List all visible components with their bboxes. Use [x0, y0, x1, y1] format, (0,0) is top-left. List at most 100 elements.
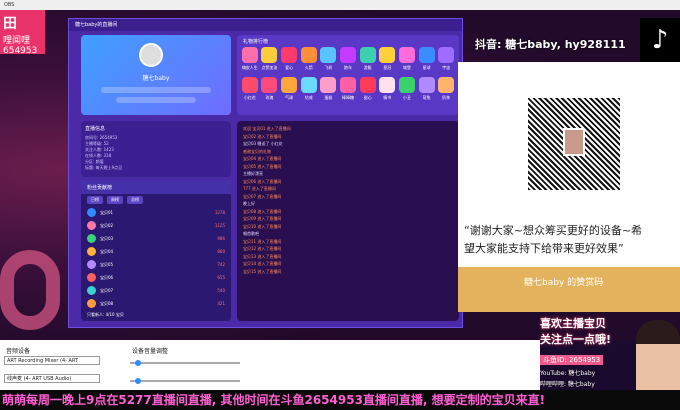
gift-item[interactable]: 星球	[418, 47, 436, 71]
chat-message: 宝贝05 进入了直播间	[243, 163, 282, 169]
gift-item[interactable]: 玫瑰	[261, 77, 279, 101]
mic-device-select[interactable]: 线声麦 (4- ART USB Audio)	[4, 374, 100, 383]
gift-label: 甜心	[363, 95, 372, 100]
gift-item[interactable]: 小红花	[241, 77, 259, 101]
volume-slider-knob[interactable]	[135, 378, 142, 384]
gift-item[interactable]: 跑车	[339, 47, 357, 71]
fans-tab[interactable]: 总榜	[127, 196, 143, 204]
volume-slider-knob[interactable]	[135, 360, 142, 366]
audio-settings-strip: 音频设备 ART Recording Mixer (4- ART 线声麦 (4-…	[0, 340, 540, 390]
chat-message: 感谢宝贝的礼物	[243, 148, 271, 154]
gift-item[interactable]: 火箭	[300, 47, 318, 71]
window-title: OBS	[4, 2, 15, 8]
info-panel-title: 直播信息	[85, 126, 106, 132]
audio-device-select[interactable]: ART Recording Mixer (4- ART	[4, 356, 100, 365]
gift-item[interactable]: 棒棒糖	[339, 77, 357, 101]
fan-name: 宝贝02	[100, 222, 114, 228]
fan-row[interactable]: 宝贝02 1125	[81, 219, 231, 232]
gift-item[interactable]: 飞机	[320, 47, 338, 71]
fan-name: 宝贝07	[100, 287, 114, 293]
gift-label: 宇宙	[442, 65, 451, 70]
gift-item[interactable]: 钻戒	[300, 77, 318, 101]
fan-name: 宝贝08	[100, 300, 114, 306]
chat-message: 欢迎 宝贝01 进入了直播间	[243, 126, 291, 131]
fan-row[interactable]: 宝贝07 540	[81, 284, 231, 297]
fan-row[interactable]: 宝贝04 860	[81, 245, 231, 258]
fan-avatar	[87, 221, 96, 230]
chat-message: 宝贝08 进入了直播间	[243, 208, 282, 214]
gift-icon	[398, 47, 415, 63]
gift-item[interactable]: 宇宙	[437, 47, 455, 71]
gift-item[interactable]: 嗨皮人生	[241, 47, 259, 71]
gift-item[interactable]: 气球	[280, 77, 298, 101]
promo-title: 喜欢主播宝贝	[540, 317, 606, 330]
gift-label: 钻戒	[304, 95, 313, 100]
live-assistant-window[interactable]: 糖七baby的直播间 糖七baby 礼物排行榜 嗨皮人生 点赞加油 爱心 火箭 飞机 跑车…	[68, 18, 463, 328]
fan-row[interactable]: 宝贝06 655	[81, 271, 231, 284]
gift-label: 小丑	[402, 95, 411, 100]
fan-name: 宝贝06	[100, 274, 114, 280]
fan-avatar	[87, 247, 96, 256]
gift-label: 嗨皮人生	[241, 65, 258, 70]
gift-icon	[300, 47, 317, 63]
logo-text: 哩闻哩	[3, 36, 31, 46]
fan-score: 986	[217, 236, 225, 241]
gift-label: 棒棒糖	[341, 95, 354, 100]
profile-detail-bar	[116, 97, 196, 103]
gift-item[interactable]: 点赞加油	[261, 47, 279, 71]
fans-tab[interactable]: 周榜	[107, 196, 123, 204]
profile-name: 糖七baby	[142, 75, 170, 82]
fan-score: 421	[217, 301, 225, 306]
gift-item[interactable]: 皇冠	[378, 47, 396, 71]
gift-label: 小红花	[243, 95, 256, 100]
gift-icon	[339, 77, 356, 93]
chat-message: 宝贝15 进入了直播间	[243, 268, 282, 274]
info-rows: 房间号: 2654953 主播等级: 52 关注人数: 1423 在线人数: 318 分…	[85, 135, 227, 171]
fans-list: 宝贝01 1278 宝贝02 1125 宝贝03 986 宝贝04 860 宝贝05 742 宝贝0…	[81, 206, 231, 310]
chat-message: 宝贝13 进入了直播间	[243, 253, 282, 259]
gift-item[interactable]: 爱心	[280, 47, 298, 71]
gift-item[interactable]: 萌兔	[418, 77, 436, 101]
fan-row[interactable]: 宝贝08 421	[81, 297, 231, 310]
profile-detail-bar	[101, 87, 211, 93]
device-volume-slider[interactable]	[130, 360, 240, 366]
gift-icon	[281, 47, 298, 63]
fan-row[interactable]: 宝贝01 1278	[81, 206, 231, 219]
fan-row[interactable]: 宝贝03 986	[81, 232, 231, 245]
fans-tab[interactable]: 日榜	[87, 196, 103, 204]
fan-score: 742	[217, 262, 225, 267]
gift-item[interactable]: 游艇	[359, 47, 377, 71]
qr-code	[528, 98, 620, 190]
scrolling-ticker: 萌萌每周一晚上9点在5277直播间直播, 其他时间在斗鱼2654953直播间直播…	[0, 390, 680, 410]
gift-item[interactable]: 城堡	[398, 47, 416, 71]
gift-icon	[281, 77, 298, 93]
gift-item[interactable]: 小丑	[398, 77, 416, 101]
gift-label: 萌兔	[422, 95, 431, 100]
streamer-photo	[636, 320, 680, 400]
gift-grid: 嗨皮人生 点赞加油 爱心 火箭 飞机 跑车 游艇 皇冠 城堡 星球 宇宙小红花 玫瑰 气球 钻戒 蛋糕 棒棒糖…	[241, 47, 455, 101]
gift-label: 情书	[383, 95, 392, 100]
fan-avatar	[87, 299, 96, 308]
fan-name: 宝贝01	[100, 209, 114, 215]
gift-label: 玫瑰	[265, 95, 274, 100]
chat-log[interactable]: 欢迎 宝贝01 进入了直播间 宝贝02 进入了直播间 宝贝03 赠送了 小红花 感谢宝…	[237, 121, 459, 321]
gift-icon	[261, 77, 278, 93]
chat-message: 唱首歌吧	[243, 231, 259, 236]
volume-label: 设备音量调整	[132, 348, 169, 355]
gift-item[interactable]: 蛋糕	[320, 77, 338, 101]
chat-message: 777 进入了直播间	[243, 186, 276, 191]
gift-item[interactable]: 情书	[378, 77, 396, 101]
douyin-handle: 抖音: 糖七baby, hy928111	[475, 38, 626, 51]
gift-item[interactable]: 奶茶	[437, 77, 455, 101]
fan-row[interactable]: 宝贝05 742	[81, 258, 231, 271]
chat-message: 宝贝11 进入了直播间	[243, 238, 282, 244]
gift-icon	[359, 47, 376, 63]
fans-footer[interactable]: 只看新人: 4/10 宝贝	[87, 312, 124, 318]
chat-message: 宝贝12 进入了直播间	[243, 246, 282, 251]
avatar[interactable]	[139, 43, 163, 67]
logo-number: 654953	[3, 46, 38, 56]
fans-tabs: 日榜 周榜 总榜	[81, 194, 231, 206]
mic-volume-slider[interactable]	[130, 378, 240, 384]
donation-qr-card: “谢谢大家~想众筹买更好的设备~希 望大家能支持下给带来更好效果” 糖七baby…	[458, 62, 680, 312]
gift-item[interactable]: 甜心	[359, 77, 377, 101]
